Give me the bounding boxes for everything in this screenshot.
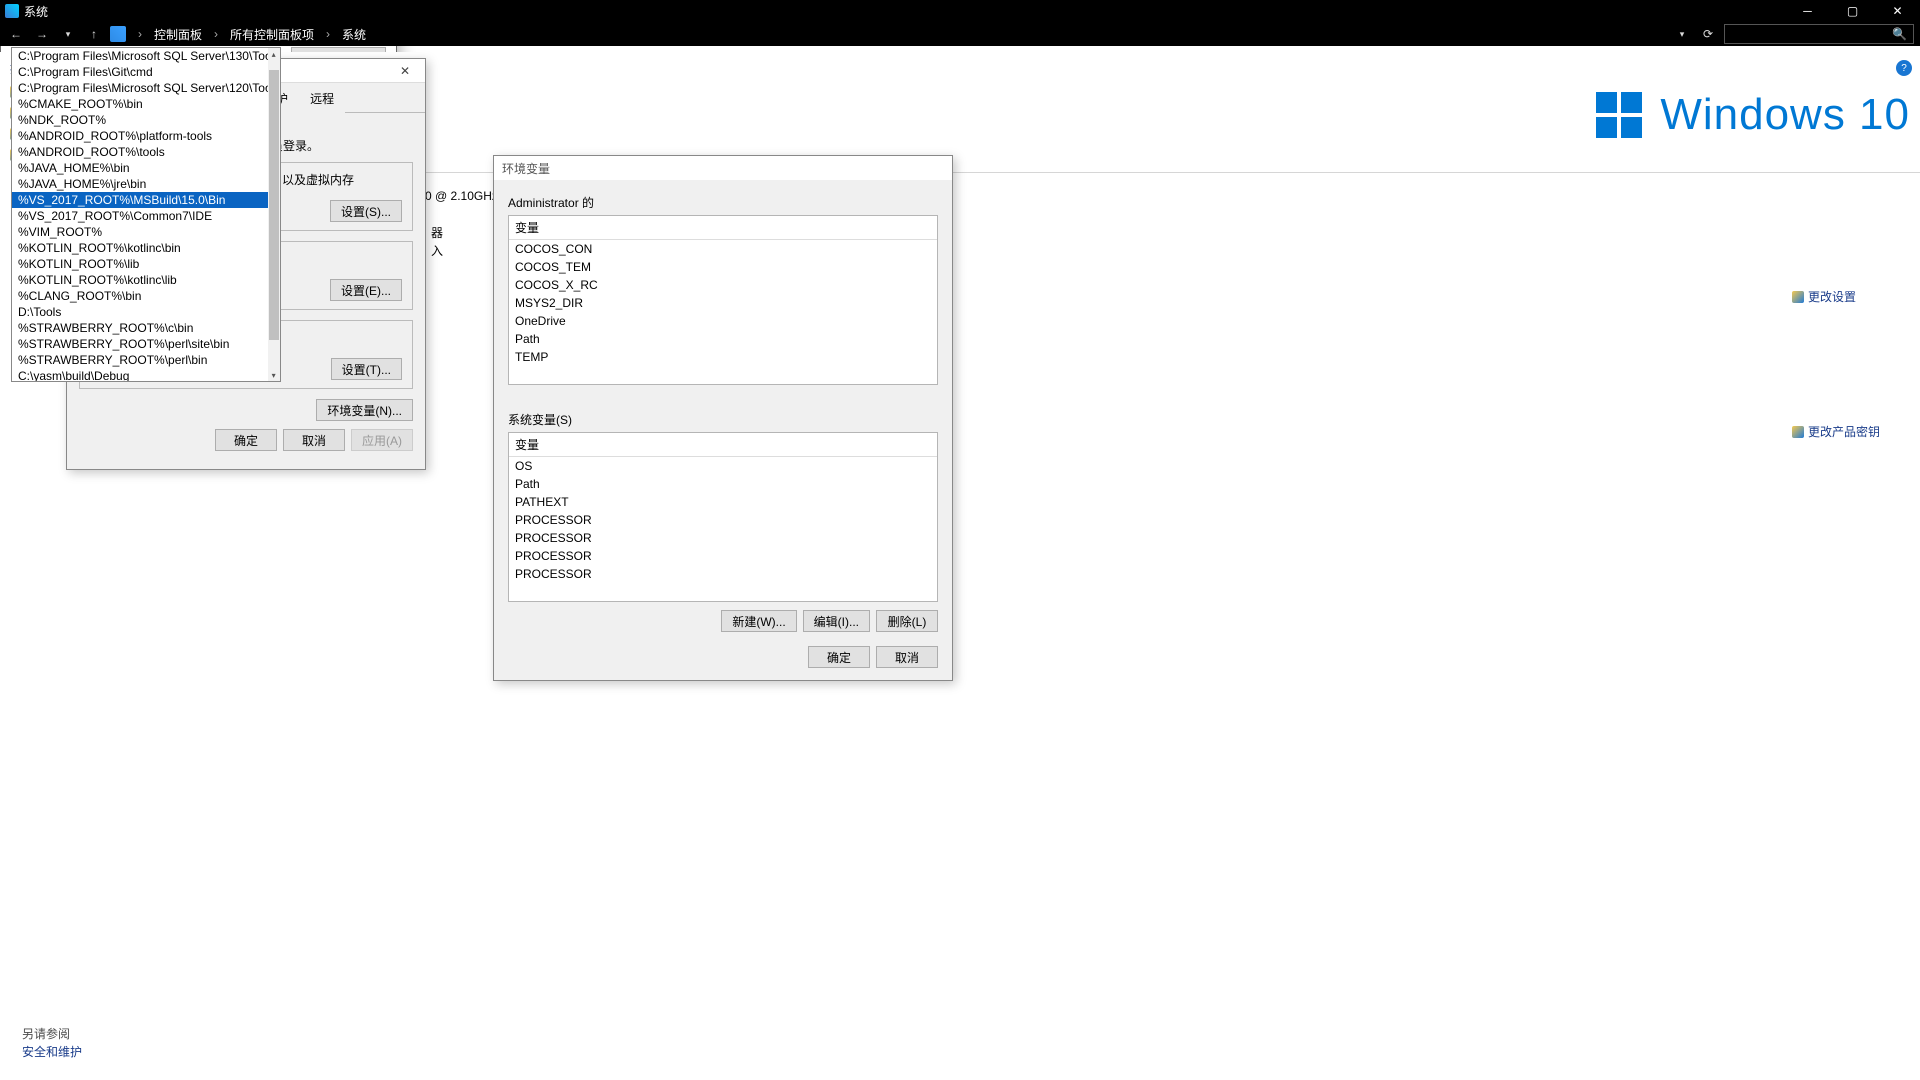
path-entry[interactable]: %NDK_ROOT% (12, 112, 268, 128)
close-icon[interactable]: ✕ (393, 61, 417, 81)
peek-label-1: 器 (431, 224, 443, 241)
path-entry[interactable]: %KOTLIN_ROOT%\kotlinc\lib (12, 272, 268, 288)
scrollbar[interactable]: ▴ ▾ (268, 48, 280, 381)
scroll-up-icon[interactable]: ▴ (268, 48, 280, 60)
path-entry[interactable]: C:\Program Files\Microsoft SQL Server\13… (12, 48, 268, 64)
list-item[interactable]: PROCESSOR (509, 547, 937, 565)
peek-label-2: 入 (431, 242, 443, 259)
path-entry[interactable]: %KOTLIN_ROOT%\kotlinc\bin (12, 240, 268, 256)
search-input[interactable]: 🔍 (1724, 24, 1914, 44)
path-entry[interactable]: C:\Program Files\Git\cmd (12, 64, 268, 80)
path-entry[interactable]: %CMAKE_ROOT%\bin (12, 96, 268, 112)
dialog-title: 环境变量 (502, 160, 550, 177)
change-settings-link[interactable]: 更改设置 (1792, 288, 1880, 305)
search-icon: 🔍 (1892, 27, 1907, 41)
cancel-button[interactable]: 取消 (283, 429, 345, 451)
recent-dropdown[interactable]: ▾ (58, 24, 78, 44)
list-item[interactable]: COCOS_CON (509, 240, 937, 258)
shield-icon (1792, 291, 1804, 303)
delete-sysvar-button[interactable]: 删除(L) (876, 610, 938, 632)
ok-button[interactable]: 确定 (808, 646, 870, 668)
cpu-info: 0 @ 2.10GHz (425, 189, 498, 203)
path-entry[interactable]: %VIM_ROOT% (12, 224, 268, 240)
user-vars-label: Administrator 的 (508, 194, 938, 211)
list-item[interactable]: COCOS_X_RC (509, 276, 937, 294)
app-icon (5, 4, 19, 18)
list-item[interactable]: PROCESSOR (509, 529, 937, 547)
environment-variables-dialog: 环境变量 Administrator 的 变量 COCOS_CONCOCOS_T… (493, 155, 953, 681)
list-item[interactable]: Path (509, 475, 937, 493)
windows-logo-icon (1596, 92, 1642, 138)
see-also-label: 另请参阅 (22, 1025, 70, 1042)
list-item[interactable]: OS (509, 457, 937, 475)
path-entry[interactable]: D:\Tools (12, 304, 268, 320)
path-entry[interactable]: C:\yasm\build\Debug (12, 368, 268, 381)
maximize-button[interactable]: ▢ (1830, 0, 1875, 22)
change-product-key-link[interactable]: 更改产品密钥 (1792, 423, 1880, 440)
list-item[interactable]: MSYS2_DIR (509, 294, 937, 312)
shield-icon (1792, 426, 1804, 438)
list-item[interactable]: PATHEXT (509, 493, 937, 511)
control-panel-icon (110, 26, 126, 42)
list-item[interactable]: PROCESSOR (509, 511, 937, 529)
path-entry[interactable]: C:\Program Files\Microsoft SQL Server\12… (12, 80, 268, 96)
brand: Windows 10 (1596, 90, 1910, 140)
back-button[interactable]: ← (6, 24, 26, 44)
edit-sysvar-button[interactable]: 编辑(I)... (803, 610, 870, 632)
help-icon[interactable]: ? (1896, 60, 1912, 76)
environment-variables-button[interactable]: 环境变量(N)... (316, 399, 413, 421)
security-maintenance-link[interactable]: 安全和维护 (22, 1043, 82, 1060)
path-entry[interactable]: %VS_2017_ROOT%\MSBuild\15.0\Bin (12, 192, 268, 208)
minimize-button[interactable]: ─ (1785, 0, 1830, 22)
list-item[interactable]: TEMP (509, 348, 937, 366)
address-dropdown[interactable]: ▾ (1672, 24, 1692, 44)
ok-button[interactable]: 确定 (215, 429, 277, 451)
path-entry[interactable]: %JAVA_HOME%\bin (12, 160, 268, 176)
path-entry[interactable]: %STRAWBERRY_ROOT%\perl\bin (12, 352, 268, 368)
path-entry[interactable]: %CLANG_ROOT%\bin (12, 288, 268, 304)
scroll-down-icon[interactable]: ▾ (268, 369, 280, 381)
cancel-button[interactable]: 取消 (876, 646, 938, 668)
system-vars-label: 系统变量(S) (508, 411, 938, 428)
breadcrumb-item[interactable]: 所有控制面板项 (230, 26, 314, 43)
user-profiles-settings-button[interactable]: 设置(E)... (330, 279, 402, 301)
path-entry[interactable]: %ANDROID_ROOT%\platform-tools (12, 128, 268, 144)
path-entries-list[interactable]: C:\Program Files\Microsoft SQL Server\13… (11, 47, 281, 382)
startup-settings-button[interactable]: 设置(T)... (331, 358, 402, 380)
up-button[interactable]: ↑ (84, 24, 104, 44)
brand-text: Windows 10 (1660, 90, 1910, 140)
path-entry[interactable]: %KOTLIN_ROOT%\lib (12, 256, 268, 272)
close-button[interactable]: ✕ (1875, 0, 1920, 22)
breadcrumb-item[interactable]: 系统 (342, 26, 366, 43)
user-vars-list[interactable]: 变量 COCOS_CONCOCOS_TEMCOCOS_X_RCMSYS2_DIR… (508, 215, 938, 385)
system-vars-list[interactable]: 变量 OSPathPATHEXTPROCESSORPROCESSORPROCES… (508, 432, 938, 602)
window-title: 系统 (24, 3, 48, 20)
column-header-variable[interactable]: 变量 (515, 436, 539, 453)
refresh-button[interactable]: ⟳ (1698, 24, 1718, 44)
apply-button[interactable]: 应用(A) (351, 429, 413, 451)
list-item[interactable]: PROCESSOR (509, 565, 937, 583)
path-entry[interactable]: %STRAWBERRY_ROOT%\c\bin (12, 320, 268, 336)
scrollbar-thumb[interactable] (269, 70, 279, 340)
list-item[interactable]: OneDrive (509, 312, 937, 330)
list-item[interactable]: Path (509, 330, 937, 348)
path-entry[interactable]: %JAVA_HOME%\jre\bin (12, 176, 268, 192)
window-titlebar: 系统 ─ ▢ ✕ (0, 0, 1920, 22)
explorer-toolbar: ← → ▾ ↑ 控制面板 所有控制面板项 系统 ▾ ⟳ 🔍 (0, 22, 1920, 46)
forward-button[interactable]: → (32, 24, 52, 44)
path-entry[interactable]: %VS_2017_ROOT%\Common7\IDE (12, 208, 268, 224)
breadcrumb-item[interactable]: 控制面板 (154, 26, 202, 43)
tab-remote[interactable]: 远程 (299, 84, 345, 113)
path-entry[interactable]: %STRAWBERRY_ROOT%\perl\site\bin (12, 336, 268, 352)
column-header-variable[interactable]: 变量 (515, 219, 539, 236)
path-entry[interactable]: %ANDROID_ROOT%\tools (12, 144, 268, 160)
performance-settings-button[interactable]: 设置(S)... (330, 200, 402, 222)
list-item[interactable]: COCOS_TEM (509, 258, 937, 276)
new-sysvar-button[interactable]: 新建(W)... (721, 610, 796, 632)
